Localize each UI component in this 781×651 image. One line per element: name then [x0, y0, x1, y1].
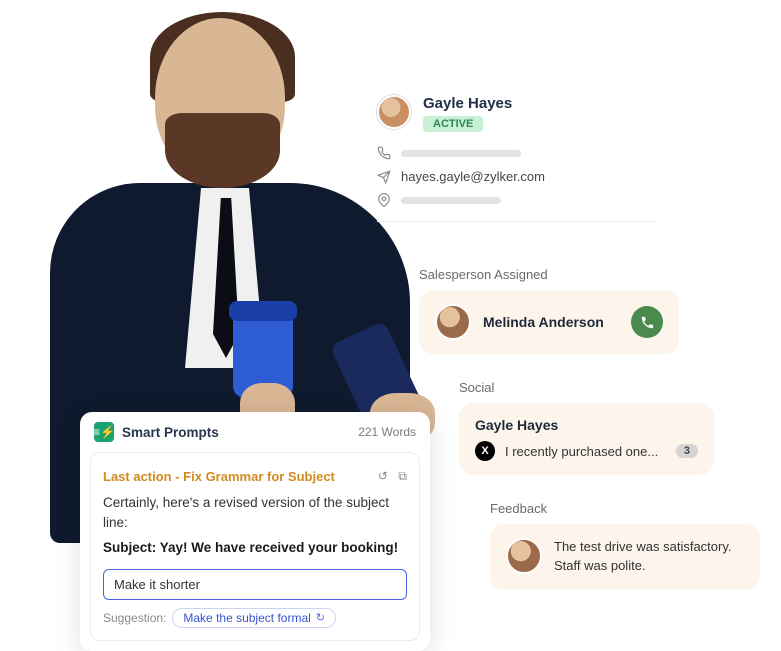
phone-icon	[640, 315, 655, 330]
smart-prompts-icon: ≡⚡	[94, 422, 114, 442]
divider	[377, 221, 657, 222]
phone-icon	[377, 146, 391, 160]
social-count-badge: 3	[676, 444, 698, 458]
social-card[interactable]: Gayle Hayes X I recently purchased one..…	[459, 403, 714, 475]
prompt-body-text: Certainly, here's a revised version of t…	[103, 493, 407, 534]
avatar	[377, 95, 411, 129]
salesperson-section: Salesperson Assigned Melinda Anderson	[419, 267, 679, 354]
social-section: Social Gayle Hayes X I recently purchase…	[459, 380, 714, 475]
feedback-text: The test drive was satisfactory. Staff w…	[554, 538, 744, 576]
feedback-label: Feedback	[490, 501, 760, 516]
salesperson-card: Melinda Anderson	[419, 290, 679, 354]
phone-placeholder	[401, 150, 521, 157]
smart-prompts-title: Smart Prompts	[122, 425, 219, 440]
last-action-label: Last action - Fix Grammar for Subject	[103, 469, 335, 484]
word-count: 221 Words	[358, 425, 416, 439]
prompt-input[interactable]	[103, 569, 407, 600]
contact-email-row: hayes.gayle@zylker.com	[377, 169, 657, 184]
contact-phone-row	[377, 146, 657, 160]
x-icon: X	[475, 441, 495, 461]
contact-location-row	[377, 193, 657, 207]
send-icon	[377, 170, 391, 184]
social-author: Gayle Hayes	[475, 417, 698, 433]
social-text: I recently purchased one...	[505, 444, 666, 459]
suggestion-pill[interactable]: Make the subject formal ↻	[172, 608, 336, 628]
call-button[interactable]	[631, 306, 663, 338]
feedback-section: Feedback The test drive was satisfactory…	[490, 501, 760, 590]
smart-prompts-panel: ≡⚡ Smart Prompts 221 Words Last action -…	[80, 412, 430, 651]
avatar	[435, 304, 471, 340]
social-label: Social	[459, 380, 714, 395]
subject-line: Subject: Yay! We have received your book…	[103, 540, 407, 555]
copy-icon[interactable]: ⧉	[398, 469, 407, 483]
location-placeholder	[401, 197, 501, 204]
feedback-card: The test drive was satisfactory. Staff w…	[490, 524, 760, 590]
suggestion-text: Make the subject formal	[183, 611, 310, 625]
contact-card: Gayle Hayes ACTIVE hayes.gayle@zylker.co…	[377, 95, 657, 222]
salesperson-label: Salesperson Assigned	[419, 267, 679, 282]
undo-icon[interactable]: ↺	[378, 469, 388, 483]
contact-name: Gayle Hayes	[423, 95, 512, 112]
contact-email: hayes.gayle@zylker.com	[401, 169, 545, 184]
refresh-icon[interactable]: ↻	[316, 611, 325, 624]
salesperson-name: Melinda Anderson	[483, 314, 604, 330]
status-badge: ACTIVE	[423, 116, 483, 132]
avatar	[506, 538, 542, 574]
suggestion-label: Suggestion:	[103, 611, 166, 625]
location-icon	[377, 193, 391, 207]
